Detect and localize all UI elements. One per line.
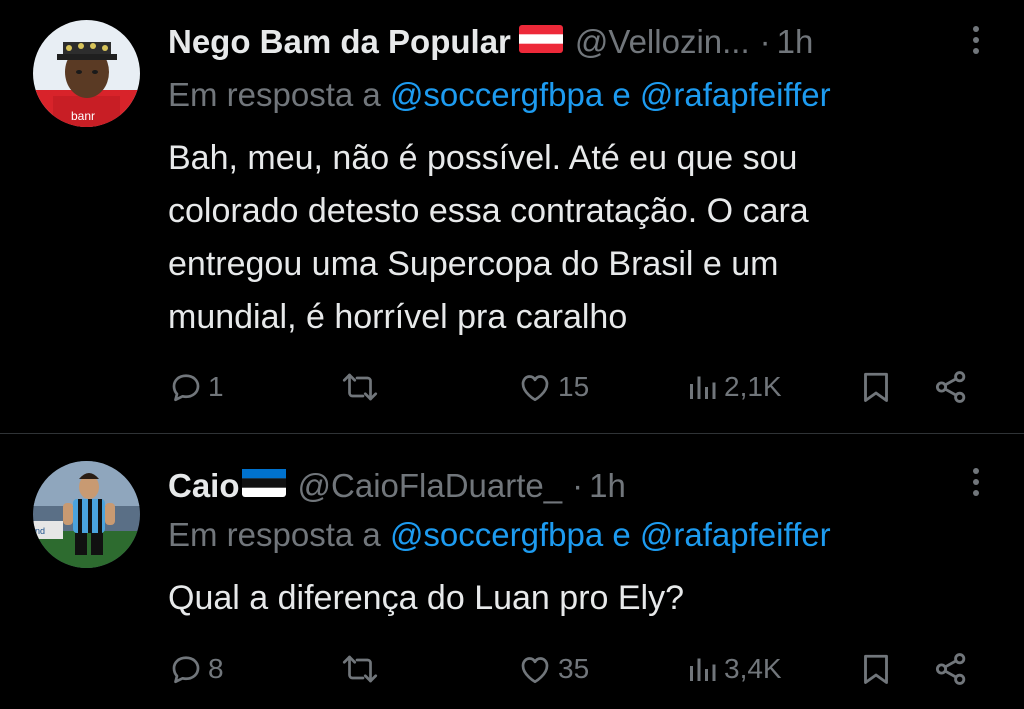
tweet[interactable]: nd Caio @CaioFlaDuarte_ · 1h Em resposta… [0,434,1024,709]
like-button[interactable]: 15 [516,362,589,412]
display-name[interactable]: Nego Bam da Popular [168,23,511,61]
reply-context: Em resposta a @soccergfbpa e @rafapfeiff… [168,516,831,554]
bookmark-button[interactable] [858,644,894,694]
views-chart-icon [690,376,716,399]
views-chart-icon [690,658,716,681]
retweet-icon [342,373,378,401]
share-icon [935,371,966,403]
share-button[interactable] [932,362,970,412]
avatar[interactable]: banr [33,20,140,127]
reply-icon [172,374,200,402]
tweet-text: Bah, meu, não é possível. Até eu que sou… [168,132,988,344]
more-options-icon[interactable] [972,26,980,60]
austria-flag-icon [518,23,563,61]
reply-button[interactable]: 1 [168,362,224,412]
reply-conjunction: e [612,76,631,113]
retweet-button[interactable] [340,362,384,412]
retweet-icon [342,655,378,683]
like-count: 35 [558,653,590,684]
views-count: 3,4K [724,653,782,684]
tweet-text: Qual a diferença do Luan pro Ely? [168,572,988,625]
views-button[interactable]: 3,4K [684,644,782,694]
reply-conjunction: e [612,516,631,553]
views-button[interactable]: 2,1K [684,362,782,412]
share-button[interactable] [932,644,970,694]
avatar[interactable]: nd [33,461,140,568]
timestamp[interactable]: 1h [777,23,814,61]
reply-button[interactable]: 8 [168,644,224,694]
views-count: 2,1K [724,371,782,402]
reply-icon [172,656,200,684]
mention-link[interactable]: @rafapfeiffer [640,516,831,553]
bookmark-button[interactable] [858,362,894,412]
display-name[interactable]: Caio [168,467,240,505]
svg-text:nd: nd [35,526,45,536]
separator-dot: · [759,23,771,60]
reply-count: 1 [208,371,224,402]
more-options-icon[interactable] [972,468,980,502]
reply-prefix: Em resposta a [168,76,381,113]
timestamp[interactable]: 1h [589,467,626,505]
reply-count: 8 [208,653,224,684]
tweet-text-line: mundial, é horrível pra caralho [168,298,628,336]
estonia-flag-icon [241,467,286,505]
retweet-button[interactable] [340,644,384,694]
handle[interactable]: @Vellozin... [575,23,750,61]
handle[interactable]: @CaioFlaDuarte_ [298,467,563,505]
mention-link[interactable]: @soccergfbpa [390,76,603,113]
heart-icon [521,375,549,402]
action-bar: 8 35 3,4K [168,644,988,694]
tweet-text-line: entregou uma Supercopa do Brasil e um [168,245,779,283]
tweet-text-line: Qual a diferença do Luan pro Ely? [168,579,685,617]
like-count: 15 [558,371,590,402]
reply-prefix: Em resposta a [168,516,381,553]
bookmark-icon [864,654,888,684]
like-button[interactable]: 35 [516,644,589,694]
svg-text:banr: banr [71,109,95,123]
separator-dot: · [572,467,584,504]
tweet-header: Nego Bam da Popular @Vellozin... · 1h [168,18,974,66]
share-icon [935,653,966,685]
mention-link[interactable]: @rafapfeiffer [640,76,831,113]
tweet[interactable]: banr Nego Bam da Popular @Vellozin... · … [0,0,1024,433]
bookmark-icon [864,372,888,402]
tweet-text-line: Bah, meu, não é possível. Até eu que sou [168,139,798,177]
mention-link[interactable]: @soccergfbpa [390,516,603,553]
action-bar: 1 15 2,1K [168,362,988,412]
reply-context: Em resposta a @soccergfbpa e @rafapfeiff… [168,76,831,114]
tweet-text-line: colorado detesto essa contratação. O car… [168,192,809,230]
heart-icon [521,657,549,684]
tweet-header: Caio @CaioFlaDuarte_ · 1h [168,462,974,510]
